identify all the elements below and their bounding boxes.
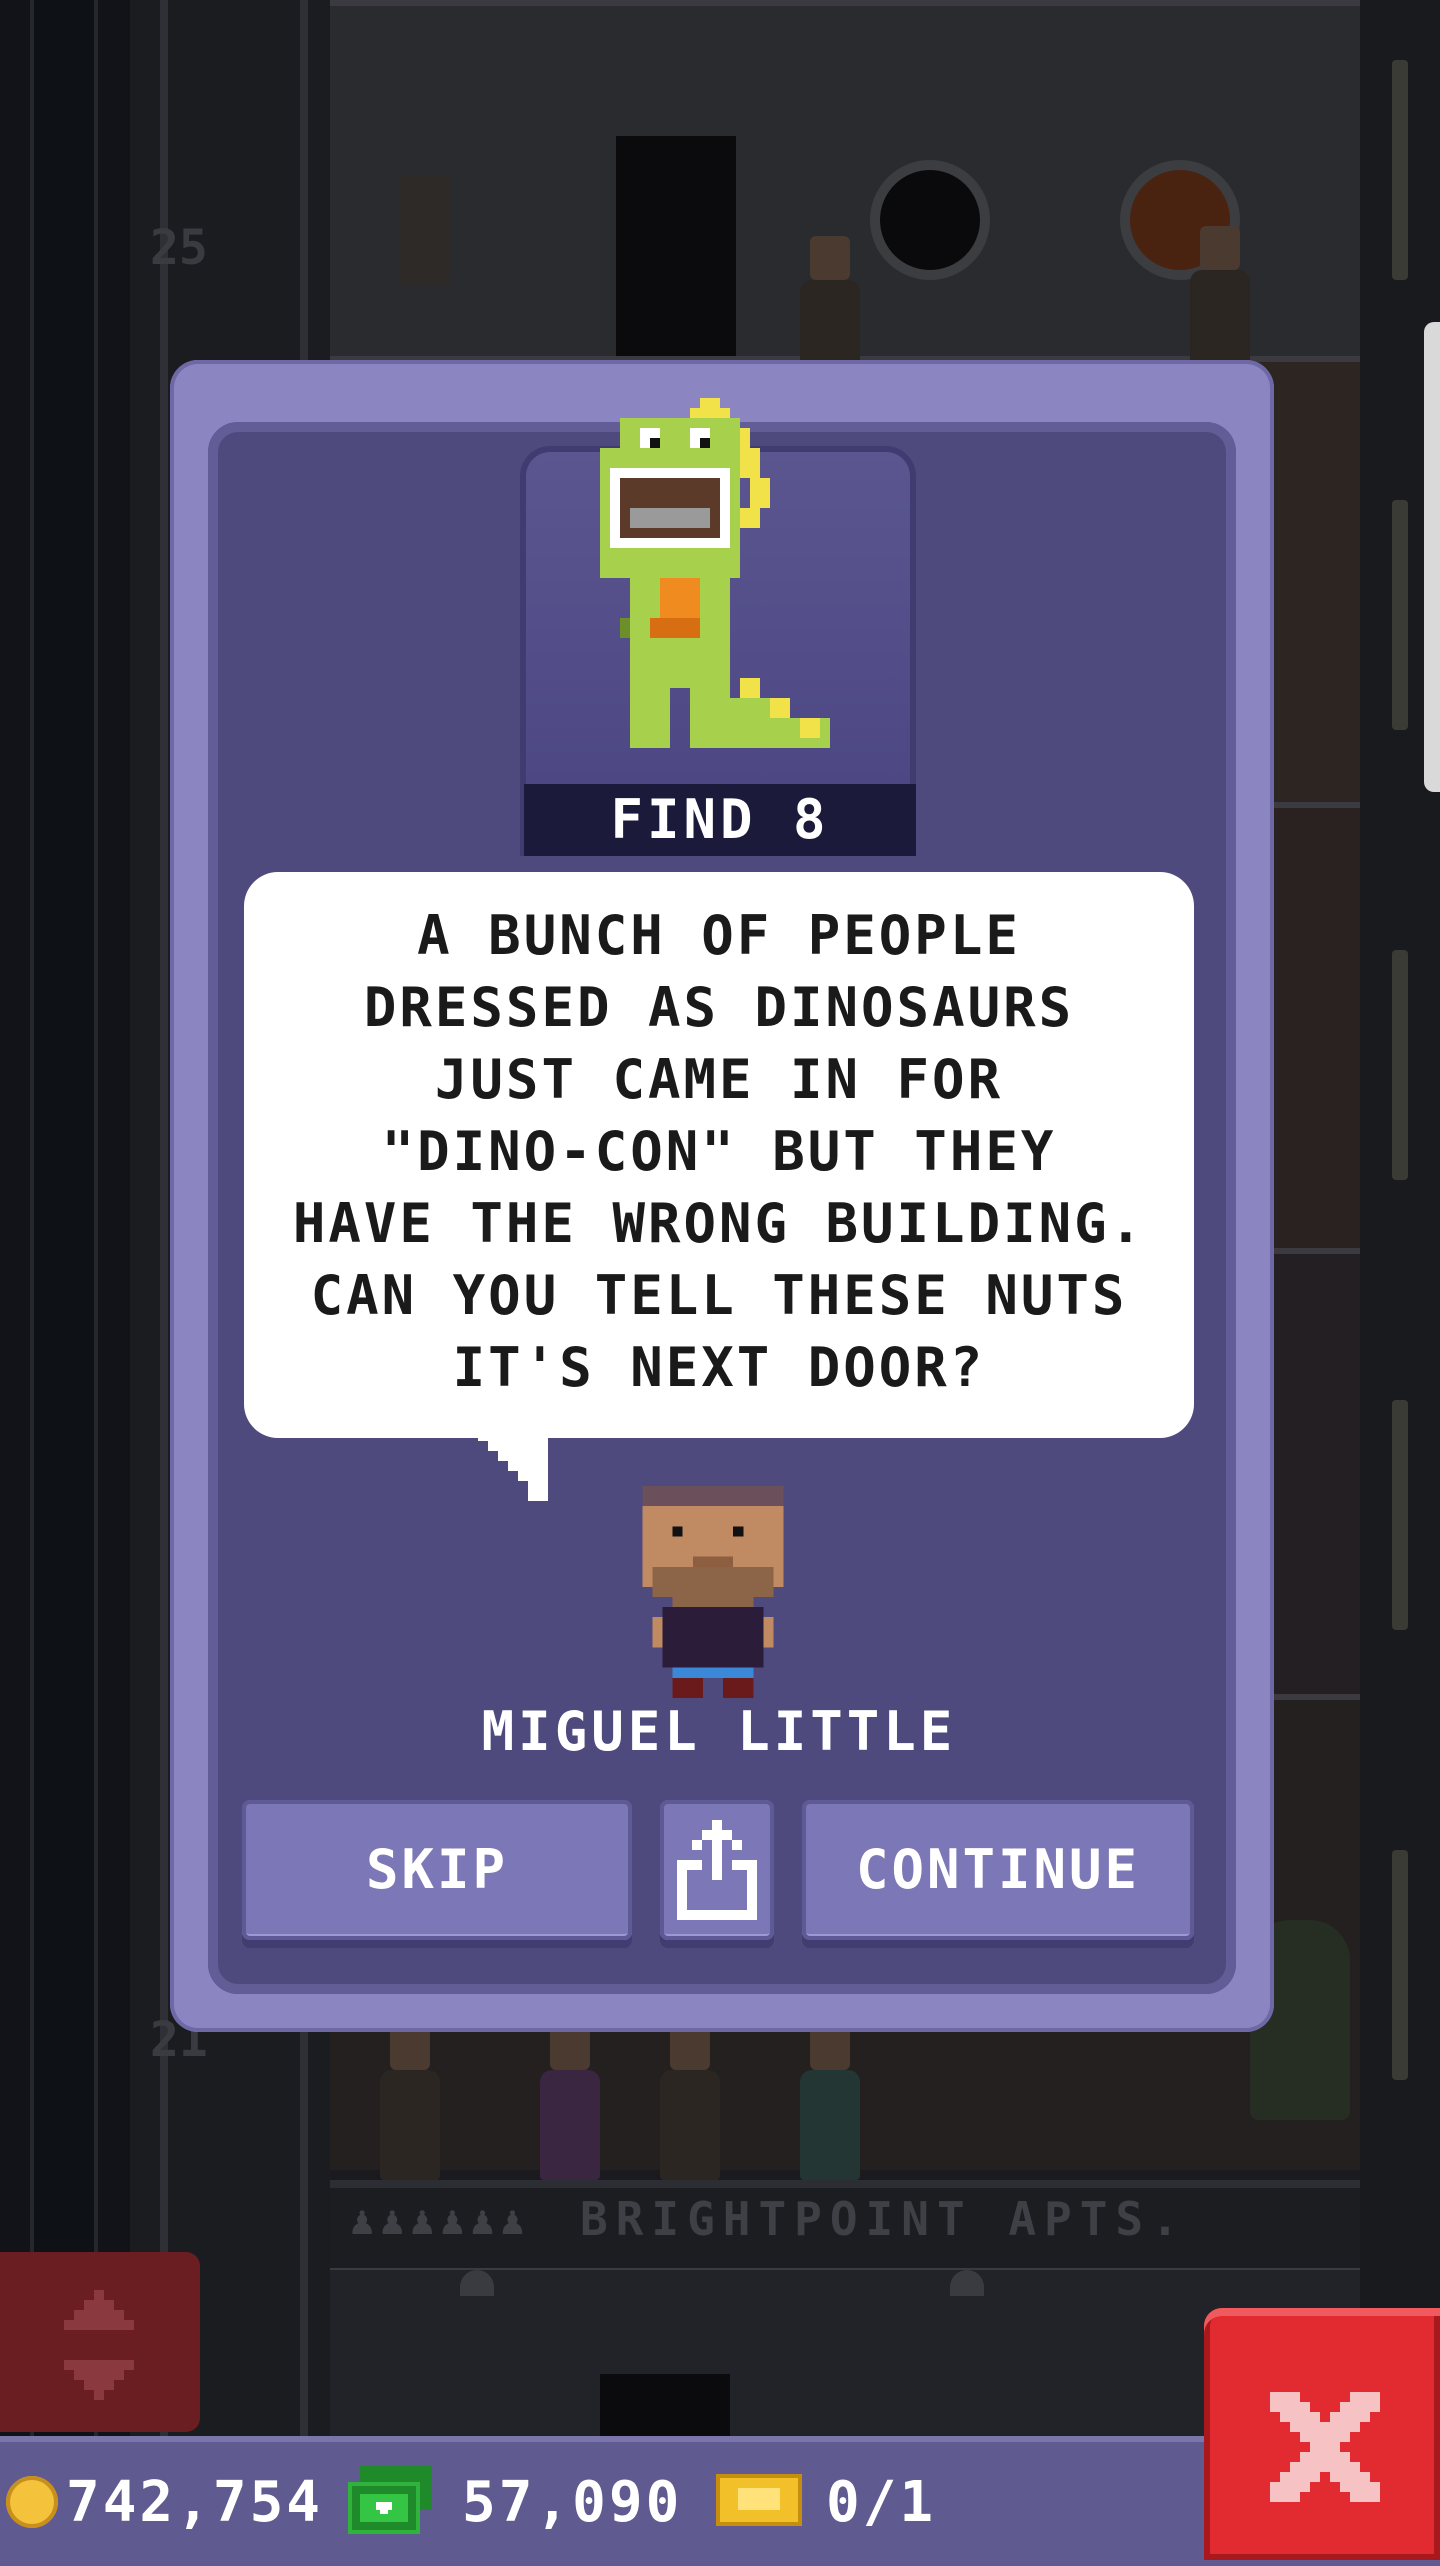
dinosaur-costume-icon xyxy=(600,398,830,748)
ceiling-lamp-icon xyxy=(460,2270,494,2296)
resident-sprite xyxy=(660,2026,720,2180)
lobby-door xyxy=(600,2374,730,2440)
resident-sprite xyxy=(540,2026,600,2180)
bux-count: 57,090 xyxy=(462,2470,683,2535)
mission-description: A BUNCH OF PEOPLE DRESSED AS DINOSAURS J… xyxy=(292,904,1146,1399)
share-button[interactable] xyxy=(660,1800,774,1940)
skip-button[interactable]: SKIP xyxy=(242,1800,632,1940)
resident-sprite xyxy=(800,2026,860,2180)
speech-bubble-tail xyxy=(478,1431,548,1501)
coin-count: 742,754 xyxy=(66,2470,324,2535)
wall-light xyxy=(1392,60,1408,280)
floor-panel xyxy=(400,176,450,286)
resident-sprite xyxy=(380,2026,440,2180)
elevator-rail xyxy=(160,0,168,2440)
lobby-residents-icons: ♟♟♟♟♟♟ xyxy=(350,2198,531,2244)
porthole-window xyxy=(870,160,990,280)
mission-goal-label: FIND 8 xyxy=(524,784,916,856)
ceiling-lamp-icon xyxy=(950,2270,984,2296)
continue-button[interactable]: CONTINUE xyxy=(802,1800,1194,1940)
up-down-arrows-icon xyxy=(64,2290,134,2400)
coin-icon xyxy=(6,2476,58,2528)
golden-ticket-icon xyxy=(716,2474,802,2526)
window-column xyxy=(30,0,98,2440)
floor-door xyxy=(616,136,736,356)
close-icon xyxy=(1270,2392,1380,2502)
speaker-name: MIGUEL LITTLE xyxy=(481,1700,957,1763)
character-avatar xyxy=(642,1486,784,1698)
lobby-name: BRIGHTPOINT APTS. xyxy=(580,2192,1187,2246)
tower-bux-icon xyxy=(348,2466,432,2534)
floor-number: 25 xyxy=(150,220,208,276)
ticket-count: 0/1 xyxy=(826,2470,937,2535)
wall-light xyxy=(1392,500,1408,730)
wall-light xyxy=(1392,1400,1408,1630)
share-icon xyxy=(677,1820,757,1920)
wall-light xyxy=(1392,1850,1408,2080)
wall-light xyxy=(1392,950,1408,1180)
side-drawer-handle[interactable] xyxy=(1424,322,1440,792)
